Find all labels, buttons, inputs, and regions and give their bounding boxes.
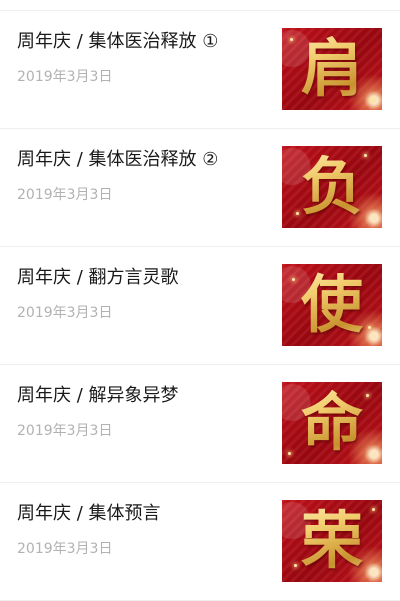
article-title: 周年庆 / 解异象异梦 (17, 385, 179, 406)
article-list-item[interactable]: 周年庆 / 解异象异梦 2019年3月3日 命 (0, 365, 400, 483)
article-thumbnail: 肩 (282, 28, 382, 110)
article-title: 周年庆 / 集体预言 (17, 503, 161, 524)
article-date: 2019年3月3日 (17, 187, 113, 203)
article-thumbnail: 命 (282, 382, 382, 464)
article-title: 周年庆 / 集体医治释放 ② (17, 149, 219, 170)
article-thumbnail: 使 (282, 264, 382, 346)
thumbnail-calligraphy: 命 (282, 382, 382, 464)
thumbnail-calligraphy: 荣 (282, 500, 382, 582)
article-title: 周年庆 / 集体医治释放 ① (17, 31, 219, 52)
article-thumbnail: 负 (282, 146, 382, 228)
thumbnail-calligraphy: 使 (282, 264, 382, 346)
article-list-item[interactable]: 周年庆 / 集体医治释放 ① 2019年3月3日 肩 (0, 11, 400, 129)
article-date: 2019年3月3日 (17, 69, 113, 85)
article-thumbnail: 荣 (282, 500, 382, 582)
article-list-item[interactable]: 周年庆 / 翻方言灵歌 2019年3月3日 使 (0, 247, 400, 365)
article-list-item[interactable]: 周年庆 / 集体预言 2019年3月3日 荣 (0, 483, 400, 601)
thumbnail-calligraphy: 肩 (282, 28, 382, 110)
article-date: 2019年3月3日 (17, 423, 113, 439)
article-list: 周年庆 / 集体医治释放 ① 2019年3月3日 肩 周年庆 / 集体医治释放 … (0, 0, 400, 601)
article-title: 周年庆 / 翻方言灵歌 (17, 267, 179, 288)
article-date: 2019年3月3日 (17, 541, 113, 557)
article-list-item[interactable]: 周年庆 / 集体医治释放 ② 2019年3月3日 负 (0, 129, 400, 247)
article-date: 2019年3月3日 (17, 305, 113, 321)
thumbnail-calligraphy: 负 (282, 146, 382, 228)
